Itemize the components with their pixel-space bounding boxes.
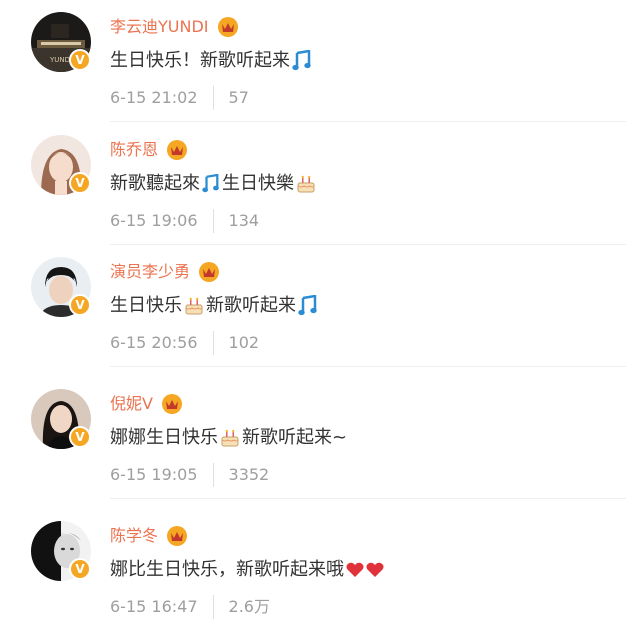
comment-text: 娜比生日快乐，新歌听起来哦	[110, 557, 386, 583]
username[interactable]: 陈乔恩	[110, 139, 158, 161]
username[interactable]: 演员李少勇	[110, 261, 190, 283]
vip-crown-icon	[161, 394, 182, 414]
timestamp: 6-15 21:02	[110, 88, 198, 107]
like-count[interactable]: 102	[229, 332, 260, 354]
username[interactable]: 陈学冬	[110, 525, 158, 547]
comment-text-part: 新歌听起来	[206, 295, 296, 316]
cake-emoji-icon	[185, 297, 203, 315]
vip-crown-icon	[199, 262, 220, 282]
verified-badge-icon: V	[69, 49, 91, 71]
username[interactable]: 倪妮V	[110, 393, 153, 415]
vip-crown-icon	[167, 526, 188, 546]
comment-text-part: 新歌聽起來	[110, 173, 200, 194]
separator	[212, 86, 214, 110]
vip-crown-icon	[167, 140, 188, 160]
comment-text: 新歌聽起來 生日快樂	[110, 171, 318, 197]
like-count[interactable]: 134	[229, 210, 260, 232]
verified-badge-icon: V	[69, 426, 91, 448]
comment-item: V 陈学冬 娜比生日快乐，新歌听起来哦 6-15 16:47 2.6万	[0, 509, 641, 631]
heart-emoji-icon	[366, 562, 384, 577]
separator	[212, 331, 214, 355]
cake-emoji-icon	[221, 429, 239, 447]
comment-text: 生日快乐 新歌听起来	[110, 293, 320, 319]
comment-item: V 倪妮V 娜娜生日快乐 新歌听起来~ 6-15 19:05 3352	[0, 377, 641, 499]
username[interactable]: 李云迪YUNDI	[110, 16, 209, 38]
comment-text-part: 生日快樂	[222, 173, 294, 194]
separator	[212, 209, 214, 233]
divider	[110, 498, 626, 499]
verified-badge-icon: V	[69, 172, 91, 194]
music-note-emoji-icon	[202, 174, 219, 193]
music-note-emoji-icon	[298, 295, 317, 316]
username-row: 陈学冬	[110, 525, 189, 547]
timestamp: 6-15 19:05	[110, 465, 198, 484]
comment-item: V 演员李少勇 生日快乐 新歌听起来 6-15 20:56 102	[0, 245, 641, 367]
username-row: 倪妮V	[110, 393, 184, 415]
music-note-emoji-icon	[292, 50, 311, 71]
username-row: 李云迪YUNDI	[110, 16, 240, 38]
vip-crown-icon	[217, 17, 238, 37]
comment-text-part: 娜比生日快乐，新歌听起来哦	[110, 559, 344, 580]
separator	[212, 463, 214, 487]
timestamp: 6-15 20:56	[110, 333, 198, 352]
cake-emoji-icon	[297, 175, 315, 193]
comment-meta: 6-15 19:05 3352	[110, 463, 270, 487]
comment-meta: 6-15 20:56 102	[110, 331, 260, 355]
timestamp: 6-15 19:06	[110, 211, 198, 230]
verified-badge-icon: V	[69, 294, 91, 316]
comment-feed: YUNDI V 李云迪YUNDI 生日快乐！新歌听起来 6-15 21:02 5…	[0, 0, 641, 619]
username-row: 陈乔恩	[110, 139, 189, 161]
divider	[110, 121, 626, 122]
comment-meta: 6-15 16:47 2.6万	[110, 595, 270, 619]
comment-item: V 陈乔恩 新歌聽起來 生日快樂 6-15 19:06 134	[0, 123, 641, 245]
like-count[interactable]: 57	[229, 87, 249, 109]
like-count[interactable]: 3352	[229, 464, 270, 486]
comment-meta: 6-15 19:06 134	[110, 209, 260, 233]
username-row: 演员李少勇	[110, 261, 221, 283]
comment-text-part: 生日快乐！新歌听起来	[110, 50, 290, 71]
comment-text-part: 娜娜生日快乐	[110, 427, 218, 448]
divider	[110, 366, 626, 367]
timestamp: 6-15 16:47	[110, 597, 198, 616]
separator	[212, 595, 214, 619]
comment-text: 娜娜生日快乐 新歌听起来~	[110, 425, 347, 451]
comment-item: YUNDI V 李云迪YUNDI 生日快乐！新歌听起来 6-15 21:02 5…	[0, 0, 641, 122]
comment-text-part: 新歌听起来~	[242, 427, 348, 448]
verified-badge-icon: V	[69, 558, 91, 580]
heart-emoji-icon	[346, 562, 364, 577]
like-count[interactable]: 2.6万	[229, 596, 270, 618]
comment-meta: 6-15 21:02 57	[110, 86, 249, 110]
comment-text-part: 生日快乐	[110, 295, 182, 316]
comment-text: 生日快乐！新歌听起来	[110, 48, 314, 74]
